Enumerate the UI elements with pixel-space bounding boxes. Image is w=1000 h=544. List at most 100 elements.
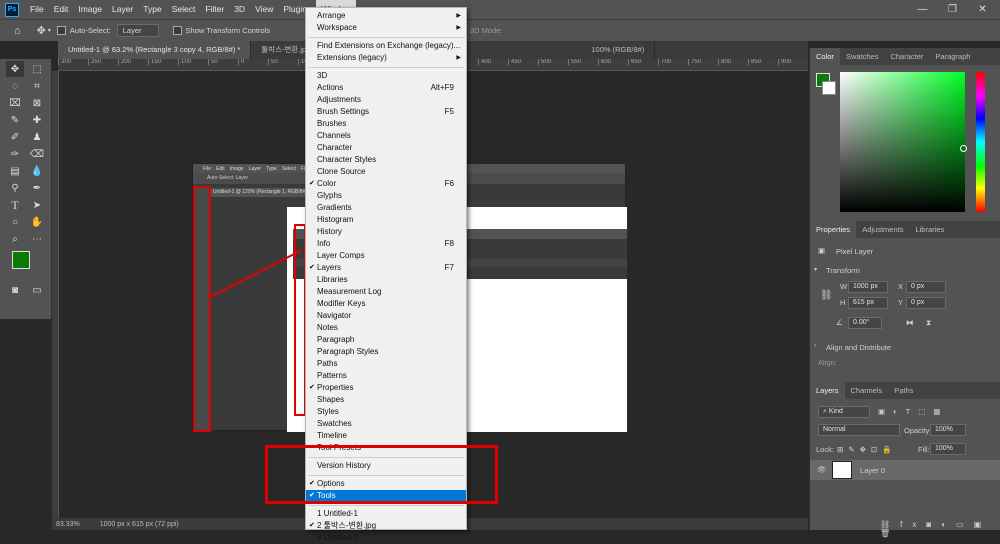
tab-layers[interactable]: Layers: [810, 382, 845, 399]
window-menu-item-color[interactable]: ✔ Color F6: [306, 178, 466, 190]
tab-paths[interactable]: Paths: [888, 382, 919, 399]
window-menu-item-character-styles[interactable]: Character Styles: [306, 154, 466, 166]
quick-select-icon[interactable]: ⌗: [28, 78, 46, 94]
window-menu-item-properties[interactable]: ✔ Properties: [306, 382, 466, 394]
move-tool-icon[interactable]: ✥: [6, 61, 24, 77]
foreground-color-swatch[interactable]: [12, 251, 30, 269]
chevron-down-icon[interactable]: ▾: [814, 266, 817, 273]
y-field[interactable]: 0 px: [906, 297, 946, 309]
blur-tool-icon[interactable]: 💧: [28, 163, 46, 179]
more-tools-icon[interactable]: ⋯: [28, 231, 46, 247]
width-field[interactable]: 1000 px: [848, 281, 888, 293]
window-menu-item-paths[interactable]: Paths: [306, 358, 466, 370]
kind-filter[interactable]: ⌕ Kind: [818, 406, 870, 418]
layer-name[interactable]: Layer 0: [860, 466, 885, 475]
fill-field[interactable]: 100%: [930, 443, 966, 455]
layer-filter-icons[interactable]: ▣◐T⬚▦: [878, 407, 948, 416]
menu-type[interactable]: Type: [138, 0, 166, 19]
eyedropper-icon[interactable]: ✎: [6, 112, 24, 128]
history-brush-icon[interactable]: ✑: [6, 146, 24, 162]
lock-icons[interactable]: ⊞✎✥⊡🔒: [837, 445, 896, 454]
chevron-down-icon[interactable]: ▾: [48, 27, 51, 34]
menu-edit[interactable]: Edit: [49, 0, 74, 19]
tab-adjustments[interactable]: Adjustments: [856, 221, 909, 238]
window-menu-item-options[interactable]: ✔ Options: [306, 478, 466, 490]
gradient-tool-icon[interactable]: ▤: [6, 163, 24, 179]
window-menu-item-layers[interactable]: ✔ Layers F7: [306, 262, 466, 274]
layer-action-icons[interactable]: ⛓fx◙◐▭▣🗑: [880, 520, 1000, 538]
transform-controls-checkbox[interactable]: [172, 26, 182, 35]
window-menu-item-actions[interactable]: Actions Alt+F9: [306, 82, 466, 94]
home-icon[interactable]: ⌂: [14, 25, 21, 37]
zoom-tool-icon[interactable]: ⌕: [6, 231, 24, 247]
window-menu-item-paragraph-styles[interactable]: Paragraph Styles: [306, 346, 466, 358]
tab-libraries[interactable]: Libraries: [909, 221, 950, 238]
tab-paragraph[interactable]: Paragraph: [929, 48, 976, 65]
window-menu-item-glyphs[interactable]: Glyphs: [306, 190, 466, 202]
brush-tool-icon[interactable]: ✐: [6, 129, 24, 145]
tab-third-doc[interactable]: 100% (RGB/8#): [581, 41, 656, 59]
tab-swatches[interactable]: Swatches: [840, 48, 885, 65]
close-icon[interactable]: ✕: [970, 0, 995, 19]
window-menu-item-adjustments[interactable]: Adjustments: [306, 94, 466, 106]
flip-horizontal-icon[interactable]: ⧓: [906, 318, 914, 327]
window-menu-item-modifier-keys[interactable]: Modifier Keys: [306, 298, 466, 310]
auto-select-dropdown[interactable]: Layer: [116, 24, 159, 37]
eraser-icon[interactable]: ⌫: [28, 146, 46, 162]
tab-channels[interactable]: Channels: [845, 382, 889, 399]
window-menu-item-find-extensions-on-exchange-legacy[interactable]: Find Extensions on Exchange (legacy)...: [306, 40, 466, 52]
color-picker-field[interactable]: [840, 72, 965, 212]
window-menu-item-version-history[interactable]: Version History: [306, 460, 466, 472]
menu-image[interactable]: Image: [73, 0, 107, 19]
window-menu-item-shapes[interactable]: Shapes: [306, 394, 466, 406]
screen-mode-icon[interactable]: ▭: [28, 282, 46, 298]
frame-tool-icon[interactable]: ⊠: [28, 95, 46, 111]
hand-tool-icon[interactable]: ✋: [28, 214, 46, 230]
window-menu-item-info[interactable]: Info F8: [306, 238, 466, 250]
marquee-tool-icon[interactable]: ⬚: [28, 61, 46, 77]
window-menu-item-histogram[interactable]: Histogram: [306, 214, 466, 226]
flip-vertical-icon[interactable]: ⧗: [926, 318, 931, 328]
ellipse-tool-icon[interactable]: ○: [6, 214, 24, 230]
lasso-tool-icon[interactable]: ◌: [6, 78, 24, 94]
window-menu-item-measurement-log[interactable]: Measurement Log: [306, 286, 466, 298]
window-menu-item-paragraph[interactable]: Paragraph: [306, 334, 466, 346]
window-menu-item-character[interactable]: Character: [306, 142, 466, 154]
window-menu-item-2-jpg[interactable]: ✔ 2 툴박스-변환.jpg: [306, 520, 466, 532]
menu-view[interactable]: View: [250, 0, 278, 19]
clone-stamp-icon[interactable]: ♟: [28, 129, 46, 145]
quick-mask-icon[interactable]: ◙: [6, 282, 24, 298]
zoom-level[interactable]: 83.33%: [56, 521, 80, 528]
pen-tool-icon[interactable]: ✒: [28, 180, 46, 196]
tab-character[interactable]: Character: [884, 48, 929, 65]
panel-background-swatch[interactable]: [822, 81, 836, 95]
window-menu-item-channels[interactable]: Channels: [306, 130, 466, 142]
window-menu-item-history[interactable]: History: [306, 226, 466, 238]
menu-layer[interactable]: Layer: [107, 0, 138, 19]
menu-filter[interactable]: Filter: [200, 0, 229, 19]
window-menu-item-3d[interactable]: 3D: [306, 70, 466, 82]
healing-brush-icon[interactable]: ✚: [28, 112, 46, 128]
crop-tool-icon[interactable]: ⌧: [6, 95, 24, 111]
menu-file[interactable]: File: [25, 0, 49, 19]
window-menu-item-gradients[interactable]: Gradients: [306, 202, 466, 214]
move-tool-icon[interactable]: ✥: [37, 24, 46, 37]
angle-field[interactable]: 0.00°: [848, 317, 882, 329]
color-picker-cursor[interactable]: [960, 145, 967, 152]
tab-properties[interactable]: Properties: [810, 221, 857, 238]
menu-3d[interactable]: 3D: [229, 0, 250, 19]
window-menu-item-tool-presets[interactable]: Tool Presets: [306, 442, 466, 454]
window-menu-item-swatches[interactable]: Swatches: [306, 418, 466, 430]
path-select-icon[interactable]: ➤: [28, 197, 46, 213]
window-menu-item-arrange[interactable]: Arrange ▶: [306, 10, 466, 22]
maximize-icon[interactable]: ❐: [940, 0, 965, 19]
minimize-icon[interactable]: —: [910, 0, 935, 19]
type-tool-icon[interactable]: T: [6, 197, 24, 213]
menu-select[interactable]: Select: [167, 0, 201, 19]
window-menu-item-brush-settings[interactable]: Brush Settings F5: [306, 106, 466, 118]
window-menu-item-patterns[interactable]: Patterns: [306, 370, 466, 382]
height-field[interactable]: 615 px: [848, 297, 888, 309]
window-menu-item-clone-source[interactable]: Clone Source: [306, 166, 466, 178]
window-menu-item-timeline[interactable]: Timeline: [306, 430, 466, 442]
dodge-tool-icon[interactable]: ⚲: [6, 180, 24, 196]
